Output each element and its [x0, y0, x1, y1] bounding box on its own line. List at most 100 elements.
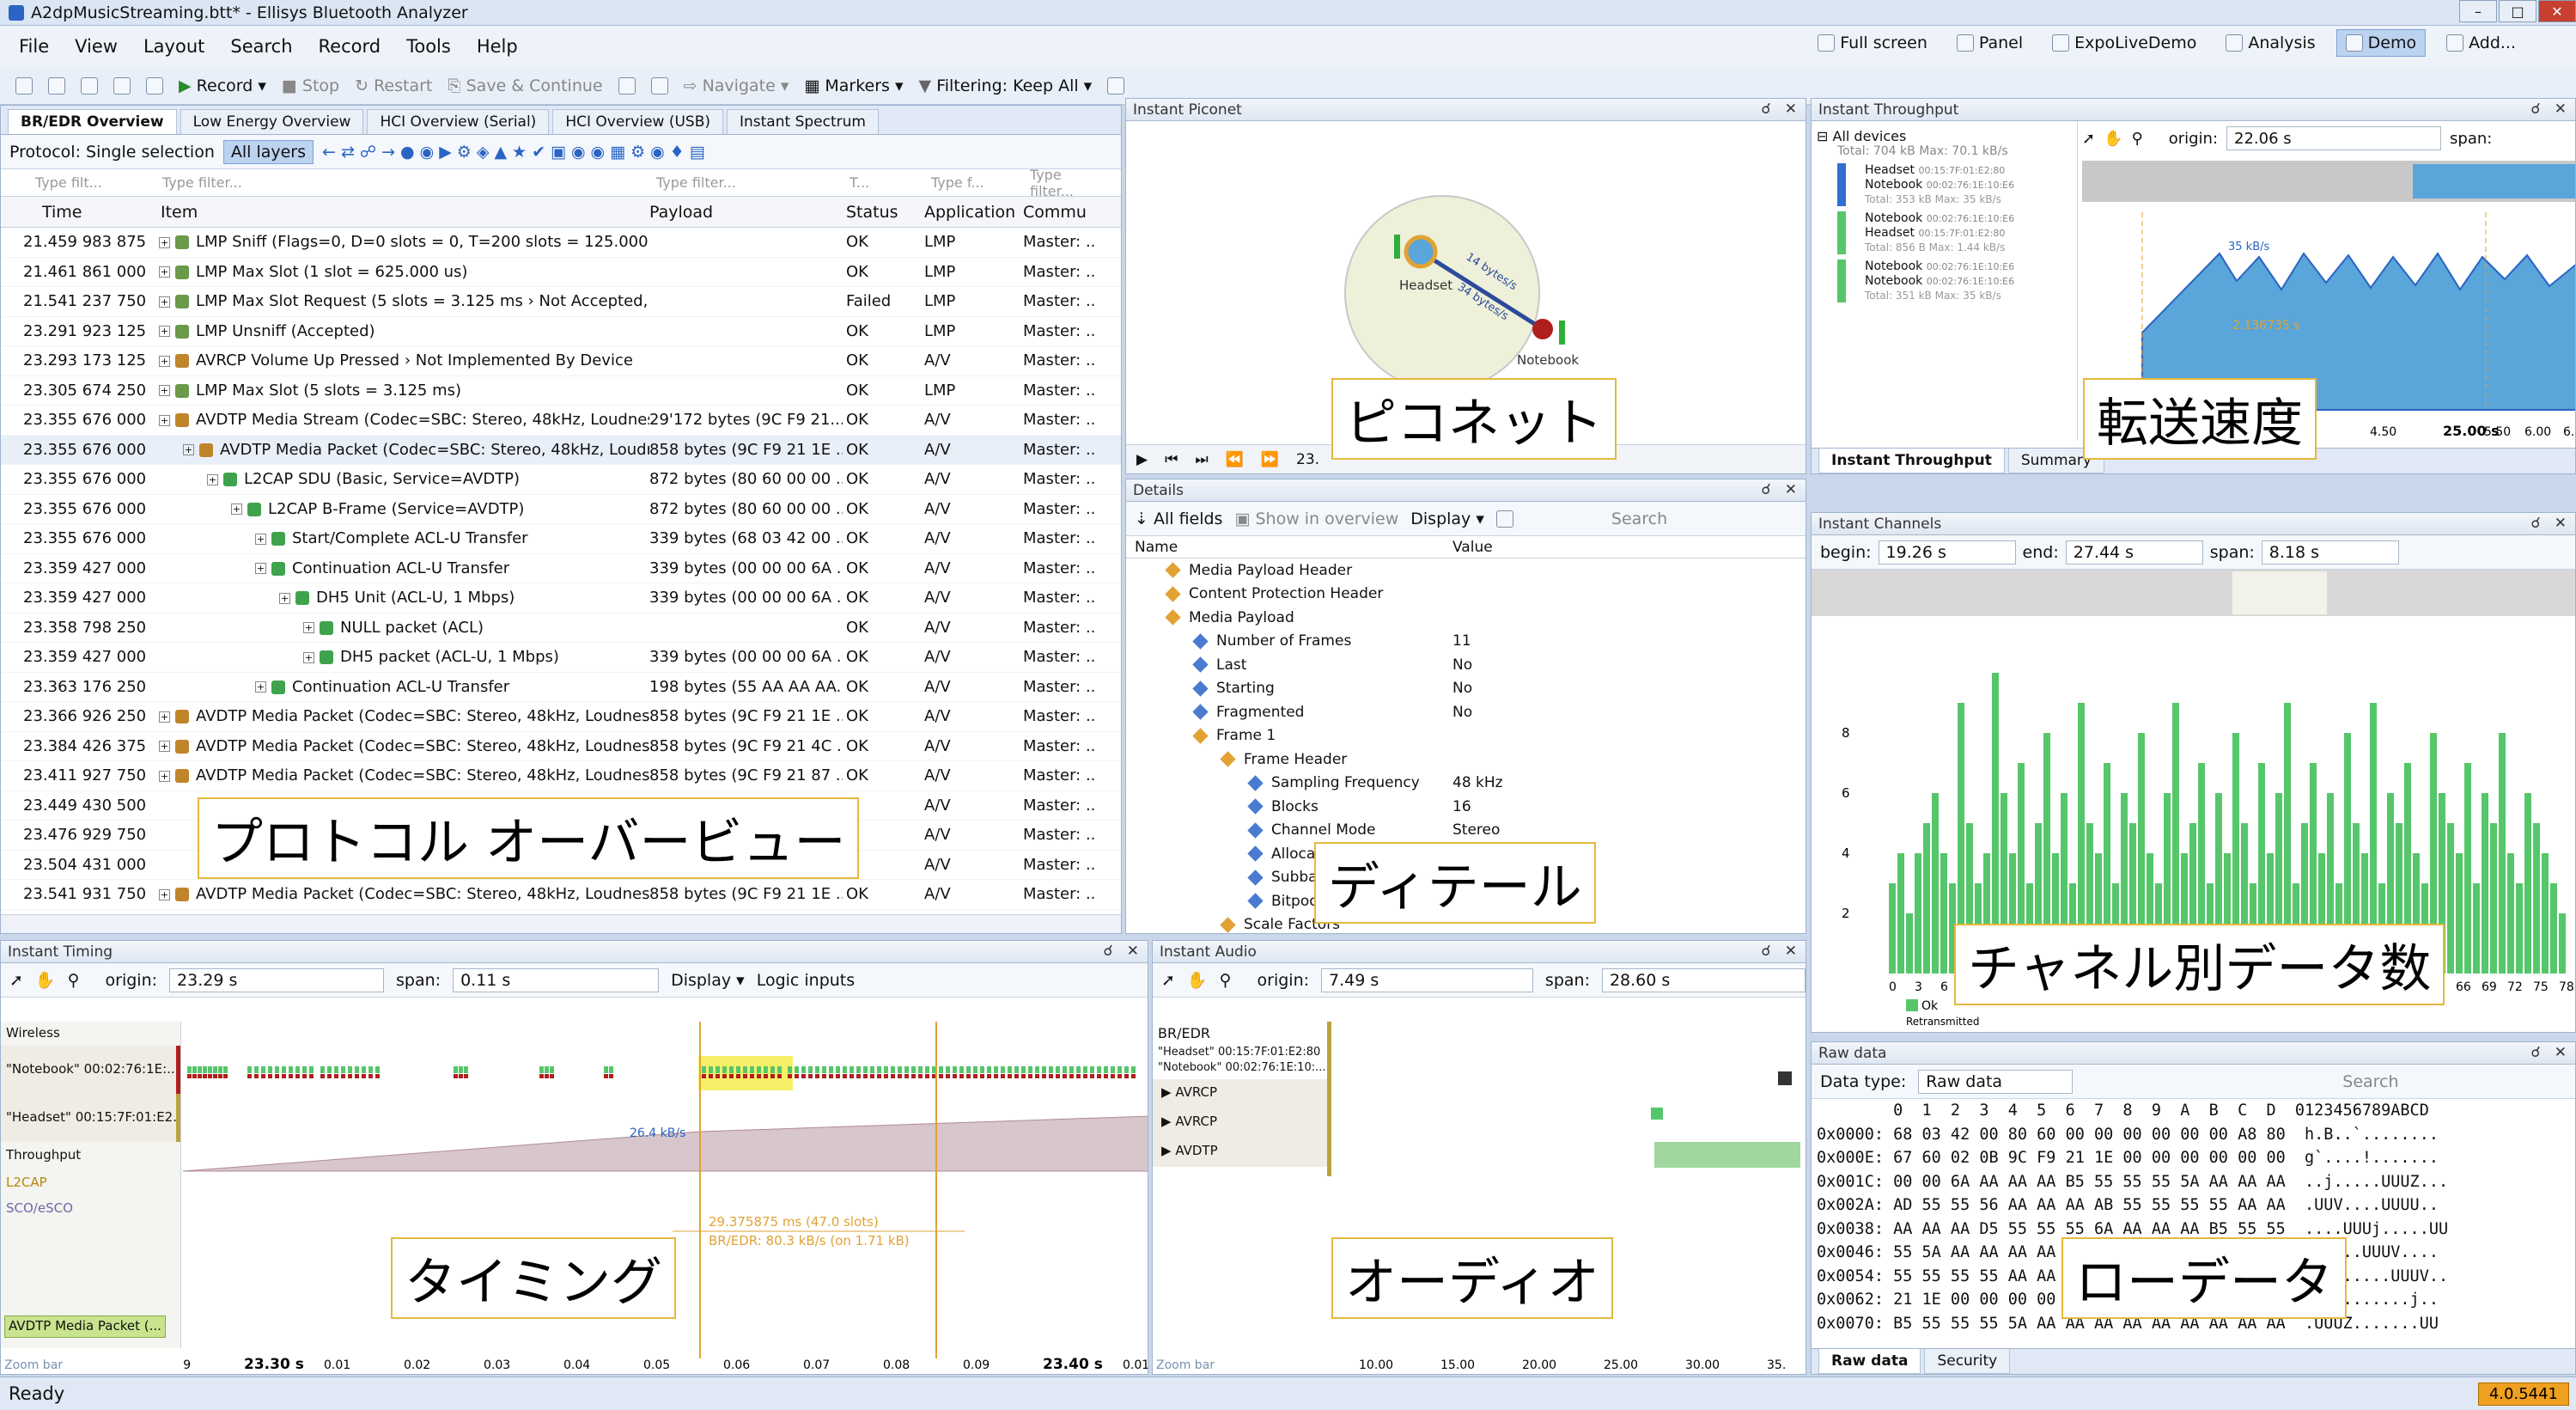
view-panel[interactable]: Panel [1948, 29, 2031, 57]
expand-icon[interactable]: + [279, 592, 290, 604]
pin-icon[interactable]: ☌ [2530, 515, 2540, 532]
show-in-overview-button[interactable]: ▣ Show in overview [1234, 510, 1398, 528]
close-button[interactable]: ✕ [2538, 0, 2576, 22]
pointer-icon[interactable]: ➚ [9, 971, 23, 990]
close-icon[interactable]: ✕ [1785, 481, 1797, 498]
globe-icon[interactable] [1107, 76, 1125, 95]
new-file-icon[interactable] [15, 76, 33, 95]
table-row[interactable]: 23.359 427 000 + DH5 packet (ACL-U, 1 Mbps… [1, 643, 1121, 673]
expand-icon[interactable]: + [159, 296, 170, 308]
maximize-button[interactable]: □ [2499, 0, 2536, 22]
detail-row[interactable]: Media Payload [1126, 606, 1806, 630]
col-payload[interactable]: Payload [649, 203, 843, 222]
table-row[interactable]: 21.461 861 000 + LMP Max Slot (1 slot = 62… [1, 258, 1121, 287]
pointer-icon[interactable]: ➚ [1161, 971, 1175, 990]
expand-icon[interactable]: + [159, 711, 170, 723]
set-icon[interactable] [618, 76, 636, 95]
open-folder-icon[interactable] [48, 76, 65, 95]
view-expolivedemo[interactable]: ExpoLiveDemo [2043, 29, 2205, 57]
hand-icon[interactable]: ✋ [35, 970, 56, 990]
table-row[interactable]: 21.459 983 875 + LMP Sniff (Flags=0, D=0 s… [1, 228, 1121, 258]
tab-hci-usb[interactable]: HCI Overview (USB) [552, 109, 723, 134]
col-name[interactable]: Name [1126, 539, 1452, 556]
timing-origin-field[interactable]: 23.29 s [169, 967, 385, 992]
zoom-icon[interactable]: ⚲ [1220, 971, 1232, 990]
expand-icon[interactable]: + [207, 473, 218, 485]
data-type-select[interactable]: Raw data [1918, 1069, 2074, 1094]
audio-zoom-bar[interactable]: Zoom bar [1156, 1358, 1215, 1372]
device-entry[interactable]: Headset 00:15:7F:01:E2:80 Notebook 00:02:… [1837, 163, 2072, 206]
col-time[interactable]: Time [1, 203, 155, 222]
save-icon[interactable] [81, 76, 98, 95]
expand-icon[interactable]: + [159, 385, 170, 397]
all-layers-button[interactable]: All layers [222, 139, 314, 164]
expand-icon[interactable]: + [159, 741, 170, 753]
filter-item[interactable]: Type filter... [155, 174, 649, 191]
reset-icon[interactable] [650, 76, 668, 95]
tab-hci-serial[interactable]: HCI Overview (Serial) [367, 109, 550, 134]
view-add[interactable]: Add... [2438, 29, 2524, 57]
minimize-button[interactable]: – [2459, 0, 2497, 22]
display-dropdown[interactable]: Display ▾ [671, 971, 745, 990]
close-icon[interactable]: ✕ [1127, 943, 1139, 960]
find-icon[interactable] [146, 76, 163, 95]
all-fields-button[interactable]: ⇣ All fields [1135, 510, 1222, 528]
view-analysis[interactable]: Analysis [2217, 29, 2323, 57]
next-icon[interactable]: ⏭ [1195, 451, 1208, 468]
close-icon[interactable]: ✕ [2555, 515, 2567, 532]
logic-inputs-button[interactable]: Logic inputs [757, 971, 855, 990]
expand-icon[interactable]: + [255, 681, 266, 693]
origin-field[interactable]: 22.06 s [2226, 126, 2442, 150]
save-continue-button[interactable]: ⎘ Save & Continue [448, 76, 602, 95]
close-icon[interactable]: ✕ [2555, 1044, 2567, 1061]
end-field[interactable]: 27.44 s [2065, 540, 2203, 565]
markers-button[interactable]: ▦ Markers ▾ [804, 76, 903, 95]
pin-icon[interactable]: ☌ [2530, 101, 2540, 118]
detail-row[interactable]: Fragmented No [1126, 700, 1806, 724]
device-entry[interactable]: Notebook 00:02:76:1E:10:E6 Notebook 00:02… [1837, 259, 2072, 302]
audio-origin-field[interactable]: 7.49 s [1321, 967, 1533, 992]
expand-icon[interactable]: + [159, 326, 170, 338]
expand-icon[interactable]: + [159, 355, 170, 367]
expand-icon[interactable]: + [159, 888, 170, 900]
expand-icon[interactable]: + [303, 622, 314, 634]
tab-low-energy-overview[interactable]: Low Energy Overview [180, 109, 364, 134]
menu-layout[interactable]: Layout [143, 36, 204, 57]
table-row[interactable]: 23.359 427 000 + Continuation ACL-U Transf… [1, 554, 1121, 583]
table-row[interactable]: 23.411 927 750 + AVDTP Media Packet (Codec… [1, 761, 1121, 791]
event-avdtp[interactable]: AVDTP Media Packet (... [4, 1315, 166, 1338]
tab-br-edr-overview[interactable]: BR/EDR Overview [8, 109, 177, 134]
audio-span-field[interactable]: 28.60 s [1601, 967, 1806, 992]
pin-icon[interactable]: ☌ [2530, 1044, 2540, 1061]
table-row[interactable]: 23.359 427 000 + DH5 Unit (ACL-U, 1 Mbps) 3… [1, 583, 1121, 613]
detail-row[interactable]: Blocks 16 [1126, 795, 1806, 819]
menu-help[interactable]: Help [477, 36, 518, 57]
col-communication[interactable]: Commu [1023, 203, 1096, 222]
table-row[interactable]: 23.355 676 000 + Start/Complete ACL-U Tran… [1, 524, 1121, 554]
filter-application[interactable]: Type f... [924, 174, 1023, 191]
export-icon[interactable] [1495, 510, 1513, 528]
detail-row[interactable]: Content Protection Header [1126, 583, 1806, 607]
stop-button[interactable]: ■ Stop [282, 76, 339, 95]
span-field[interactable]: 8.18 s [2261, 540, 2399, 565]
expand-icon[interactable]: + [303, 651, 314, 663]
table-row[interactable]: 23.293 173 125 + AVRCP Volume Up Pressed ›… [1, 346, 1121, 376]
tab-security[interactable]: Security [1924, 1349, 2011, 1374]
table-row[interactable]: 23.355 676 000 + AVDTP Media Stream (Codec… [1, 406, 1121, 436]
tab-instant-throughput[interactable]: Instant Throughput [1818, 449, 2005, 473]
expand-icon[interactable]: + [159, 266, 170, 278]
hand-icon[interactable]: ✋ [1187, 970, 1208, 990]
close-icon[interactable]: ✕ [1785, 943, 1797, 960]
rewind-icon[interactable]: ⏪ [1226, 451, 1244, 468]
menu-view[interactable]: View [75, 36, 118, 57]
filter-time[interactable]: Type filt... [1, 174, 155, 191]
table-row[interactable]: 23.541 931 750 + AVDTP Media Packet (Codec… [1, 880, 1121, 910]
record-button[interactable]: ▶ Record ▾ [179, 76, 266, 95]
detail-row[interactable]: Sampling Frequency 48 kHz [1126, 772, 1806, 796]
table-row[interactable]: 23.355 676 000 + L2CAP SDU (Basic, Service… [1, 465, 1121, 495]
detail-row[interactable]: Channel Mode Stereo [1126, 819, 1806, 843]
view-demo[interactable]: Demo [2335, 29, 2427, 57]
tab-raw-data[interactable]: Raw data [1818, 1349, 1921, 1374]
zoom-icon[interactable]: ⚲ [68, 971, 80, 990]
table-row[interactable]: 23.358 798 250 + NULL packet (ACL) OK A/V Mas… [1, 613, 1121, 643]
